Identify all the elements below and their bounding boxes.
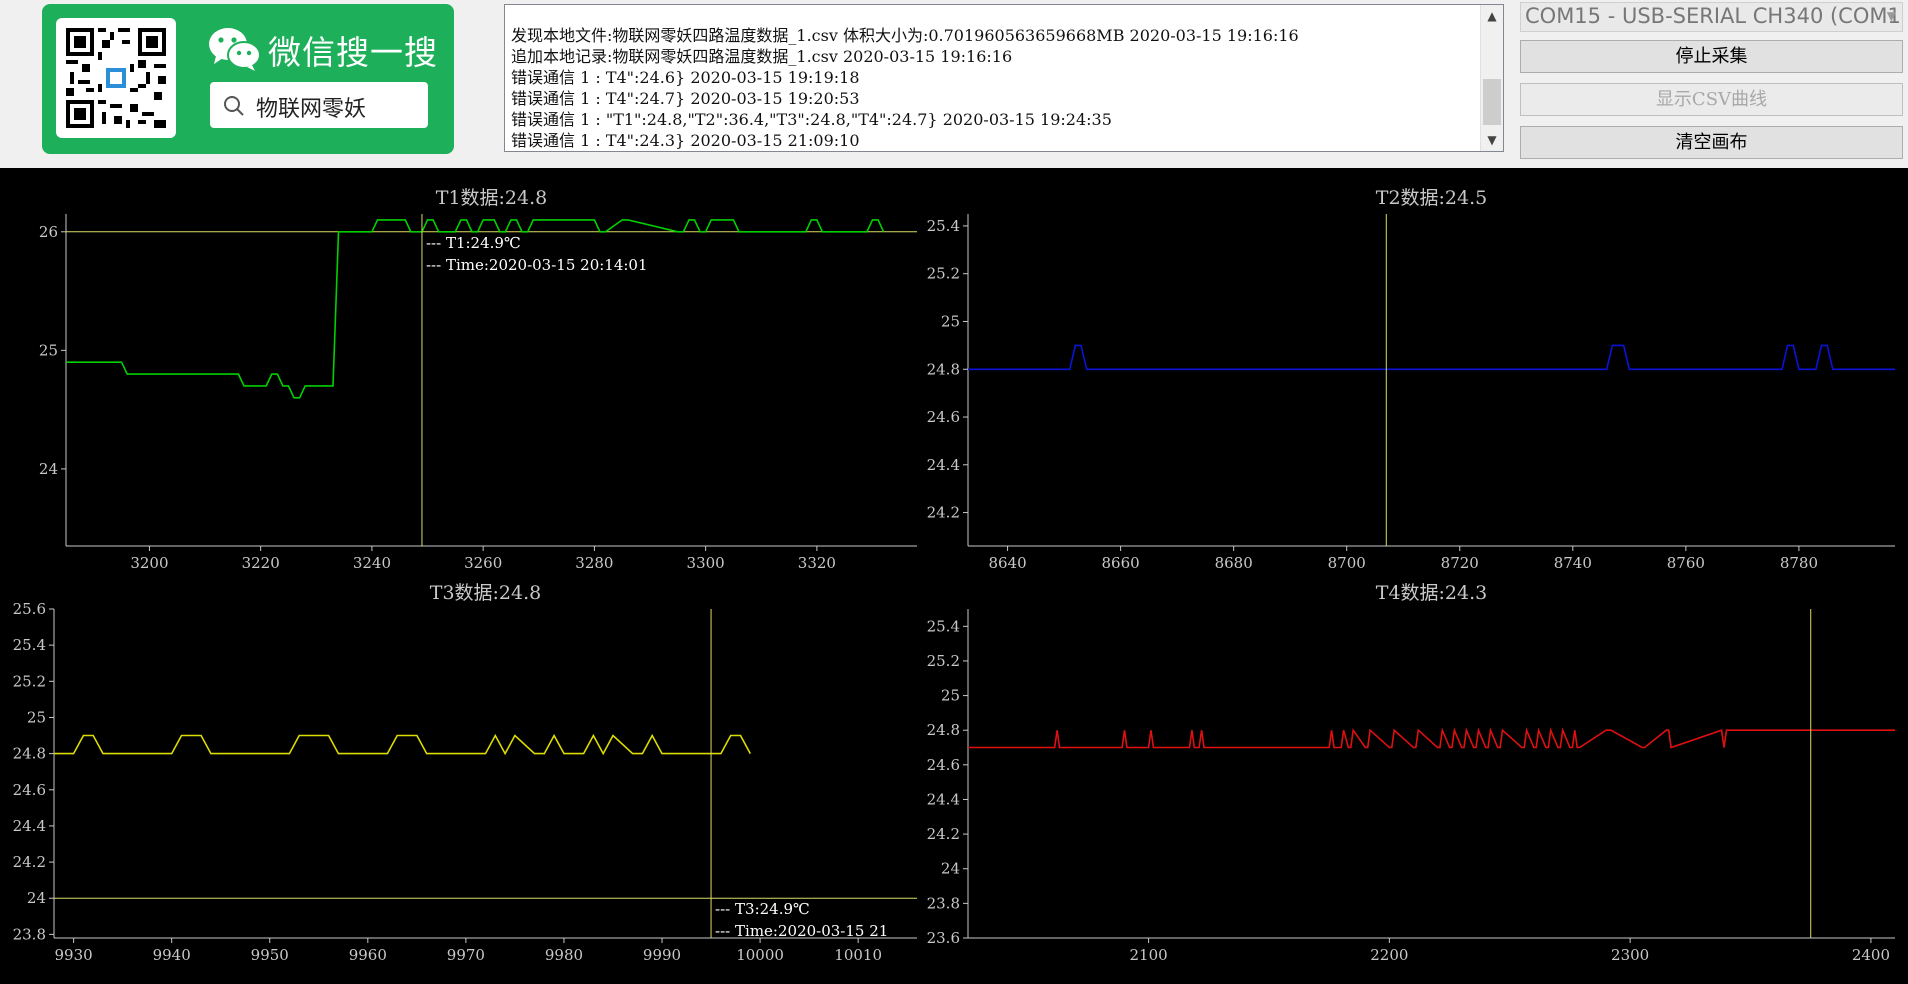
log-line: 错误通信 1 : T4":24.7} 2020-03-15 19:20:53 bbox=[511, 89, 860, 108]
t1-x-tick-label: 3220 bbox=[242, 554, 280, 572]
scroll-thumb[interactable] bbox=[1483, 79, 1501, 125]
log-textbox[interactable]: 发现本地文件:物联网零妖四路温度数据_1.csv 体积大小为:0.7019605… bbox=[504, 4, 1504, 152]
stop-acquisition-button[interactable]: 停止采集 bbox=[1520, 40, 1903, 73]
serial-port-value: COM15 - USB-SERIAL CH340 (COM1 bbox=[1525, 4, 1901, 28]
t4-y-tick-label: 24.2 bbox=[927, 825, 960, 843]
t3-x-tick-label: 10010 bbox=[834, 946, 882, 964]
t4-x-tick-label: 2400 bbox=[1852, 946, 1890, 964]
t2-x-tick-label: 8720 bbox=[1441, 554, 1479, 572]
serial-port-select[interactable]: COM15 - USB-SERIAL CH340 (COM1 ▼ bbox=[1520, 2, 1903, 32]
t3-y-tick-label: 24.8 bbox=[13, 745, 46, 763]
log-lines: 发现本地文件:物联网零妖四路温度数据_1.csv 体积大小为:0.7019605… bbox=[511, 25, 1477, 151]
log-line: 错误通信 1 : T4":24.3} 2020-03-15 21:09:10 bbox=[511, 131, 860, 150]
t2-y-tick-label: 24.6 bbox=[927, 408, 960, 426]
scroll-down-icon[interactable]: ▼ bbox=[1481, 129, 1503, 151]
t1-crosshair-label: --- T1:24.9℃ bbox=[426, 234, 521, 252]
search-icon bbox=[224, 96, 244, 116]
log-line: 发现本地文件:物联网零妖四路温度数据_1.csv 体积大小为:0.7019605… bbox=[511, 26, 1299, 45]
plot-area: T1数据:24.8 3200 3220 3240 3260 3280 3300 3320 24 2… bbox=[0, 168, 1908, 984]
log-line: 追加本地记录:物联网零妖四路温度数据_1.csv 2020-03-15 19:1… bbox=[511, 47, 1013, 66]
t3-y-tick-label: 24.4 bbox=[13, 817, 46, 835]
wechat-search-card: 微信搜一搜 物联网零妖 bbox=[42, 4, 454, 154]
t3-x-tick-label: 9950 bbox=[251, 946, 289, 964]
t2-y-tick-label: 24.2 bbox=[927, 504, 960, 522]
plots-svg: T1数据:24.8 3200 3220 3240 3260 3280 3300 3320 24 2… bbox=[13, 187, 1895, 964]
t1-x-tick-label: 3200 bbox=[130, 554, 168, 572]
t4-series-line bbox=[968, 727, 1895, 749]
t1-chart-title: T1数据:24.8 bbox=[436, 187, 547, 209]
wechat-search-query: 物联网零妖 bbox=[256, 97, 367, 122]
t4-y-tick-label: 23.8 bbox=[927, 894, 960, 912]
t1-x-tick-label: 3260 bbox=[464, 554, 502, 572]
t4-y-tick-label: 23.6 bbox=[927, 929, 960, 947]
qr-code bbox=[56, 18, 176, 138]
t3-x-tick-label: 9970 bbox=[447, 946, 485, 964]
t3-y-tick-label: 24.6 bbox=[13, 781, 46, 799]
t1-x-tick-label: 3240 bbox=[353, 554, 391, 572]
log-scrollbar[interactable]: ▲ ▼ bbox=[1480, 5, 1503, 151]
t4-y-tick-label: 24 bbox=[941, 860, 960, 878]
chevron-down-icon: ▼ bbox=[1886, 9, 1896, 23]
t3-x-tick-label: 9980 bbox=[545, 946, 583, 964]
t3-x-tick-label: 10000 bbox=[736, 946, 784, 964]
t3-crosshair-label: --- Time:2020-03-15 21 bbox=[715, 922, 888, 940]
t4-y-tick-label: 24.8 bbox=[927, 721, 960, 739]
t3-y-tick-label: 24 bbox=[27, 889, 46, 907]
wechat-search-box: 物联网零妖 bbox=[210, 82, 428, 128]
t2-y-tick-label: 25 bbox=[941, 312, 960, 330]
t2-x-tick-label: 8640 bbox=[988, 554, 1026, 572]
t2-x-tick-label: 8660 bbox=[1102, 554, 1140, 572]
t1-y-tick-label: 26 bbox=[39, 223, 58, 241]
t1-y-tick-label: 24 bbox=[39, 460, 58, 478]
t2-y-tick-label: 24.8 bbox=[927, 360, 960, 378]
wechat-icon bbox=[208, 26, 262, 76]
t4-x-tick-label: 2200 bbox=[1370, 946, 1408, 964]
t3-x-tick-label: 9940 bbox=[153, 946, 191, 964]
t1-crosshair-label: --- Time:2020-03-15 20:14:01 bbox=[426, 256, 648, 274]
t3-series-line bbox=[54, 733, 752, 756]
t4-y-tick-label: 25.4 bbox=[927, 617, 960, 635]
t3-y-tick-label: 25.4 bbox=[13, 636, 46, 654]
t4-x-tick-label: 2100 bbox=[1129, 946, 1167, 964]
clear-canvas-button[interactable]: 清空画布 bbox=[1520, 126, 1903, 159]
t2-y-tick-label: 24.4 bbox=[927, 456, 960, 474]
t2-y-tick-label: 25.2 bbox=[927, 265, 960, 283]
t1-y-tick-label: 25 bbox=[39, 341, 58, 359]
scroll-up-icon[interactable]: ▲ bbox=[1481, 5, 1503, 27]
t3-y-tick-label: 25 bbox=[27, 708, 46, 726]
t1-x-tick-label: 3300 bbox=[687, 554, 725, 572]
show-csv-curve-button[interactable]: 显示CSV曲线 bbox=[1520, 83, 1903, 116]
t2-y-tick-label: 25.4 bbox=[927, 217, 960, 235]
log-line: 错误通信 1 : T4":24.6} 2020-03-15 19:19:18 bbox=[511, 68, 860, 87]
t4-y-tick-label: 24.4 bbox=[927, 790, 960, 808]
t2-x-tick-label: 8760 bbox=[1667, 554, 1705, 572]
t3-x-tick-label: 9960 bbox=[349, 946, 387, 964]
t3-x-tick-label: 9930 bbox=[55, 946, 93, 964]
t3-chart-title: T3数据:24.8 bbox=[430, 582, 541, 604]
t4-x-tick-label: 2300 bbox=[1611, 946, 1649, 964]
t3-y-tick-label: 23.8 bbox=[13, 925, 46, 943]
wechat-search-title: 微信搜一搜 bbox=[268, 33, 438, 72]
t2-x-tick-label: 8700 bbox=[1328, 554, 1366, 572]
t4-y-tick-label: 25.2 bbox=[927, 652, 960, 670]
t1-x-tick-label: 3280 bbox=[575, 554, 613, 572]
t3-y-tick-label: 24.2 bbox=[13, 853, 46, 871]
t3-crosshair-label: --- T3:24.9℃ bbox=[715, 900, 810, 918]
t1-x-tick-label: 3320 bbox=[798, 554, 836, 572]
t2-chart-title: T2数据:24.5 bbox=[1376, 187, 1487, 209]
t2-x-tick-label: 8680 bbox=[1215, 554, 1253, 572]
t4-y-tick-label: 25 bbox=[941, 687, 960, 705]
t2-x-tick-label: 8740 bbox=[1554, 554, 1592, 572]
t3-y-tick-label: 25.2 bbox=[13, 672, 46, 690]
t4-chart-title: T4数据:24.3 bbox=[1376, 582, 1487, 604]
t2-x-tick-label: 8780 bbox=[1780, 554, 1818, 572]
t4-y-tick-label: 24.6 bbox=[927, 756, 960, 774]
t3-x-tick-label: 9990 bbox=[643, 946, 681, 964]
t2-series-line bbox=[968, 344, 1895, 371]
t3-y-tick-label: 25.6 bbox=[13, 600, 46, 618]
log-line: 错误通信 1 : "T1":24.8,"T2":36.4,"T3":24.8,"… bbox=[511, 110, 1112, 129]
